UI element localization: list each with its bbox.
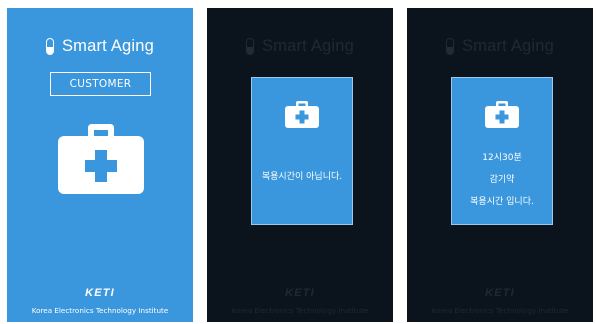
keti-logo: KETI <box>485 287 515 299</box>
app-header: Smart Aging <box>407 37 593 56</box>
home-screen: Smart Aging CUSTOMER KETI Korea Electron… <box>7 8 193 322</box>
notification-dialog[interactable]: 복용시간이 아닙니다. <box>251 77 353 225</box>
dialog-message: 복용시간이 아닙니다. <box>261 172 343 182</box>
app-header: Smart Aging <box>7 37 193 56</box>
app-title: Smart Aging <box>61 37 155 55</box>
footer-text: Korea Electronics Technology Institute <box>231 306 369 315</box>
dialog-message: 복용시간 입니다. <box>470 197 534 207</box>
not-dose-time-screen: Smart Aging 복용시간이 아닙니다. KETI Korea Elect… <box>207 8 393 322</box>
app-title: Smart Aging <box>461 37 555 55</box>
dose-time-screen: Smart Aging 12시30분 감기약 복용시간 입니다. KETI Ko… <box>407 8 593 322</box>
footer-text: Korea Electronics Technology Institute <box>31 306 169 315</box>
first-aid-kit-icon <box>285 101 319 128</box>
medicine-name: 감기약 <box>489 175 515 185</box>
pill-icon <box>45 38 54 55</box>
pill-icon <box>445 38 454 55</box>
footer-text: Korea Electronics Technology Institute <box>431 306 569 315</box>
keti-logo: KETI <box>285 287 315 299</box>
app-title: Smart Aging <box>261 37 355 55</box>
notification-dialog[interactable]: 12시30분 감기약 복용시간 입니다. <box>451 77 553 225</box>
first-aid-kit-icon <box>485 101 519 128</box>
first-aid-kit-icon[interactable] <box>58 122 144 194</box>
customer-button[interactable]: CUSTOMER <box>50 72 151 96</box>
pill-icon <box>245 38 254 55</box>
keti-logo: KETI <box>85 287 115 299</box>
dose-time-text: 12시30분 <box>482 153 522 163</box>
app-header: Smart Aging <box>207 37 393 56</box>
